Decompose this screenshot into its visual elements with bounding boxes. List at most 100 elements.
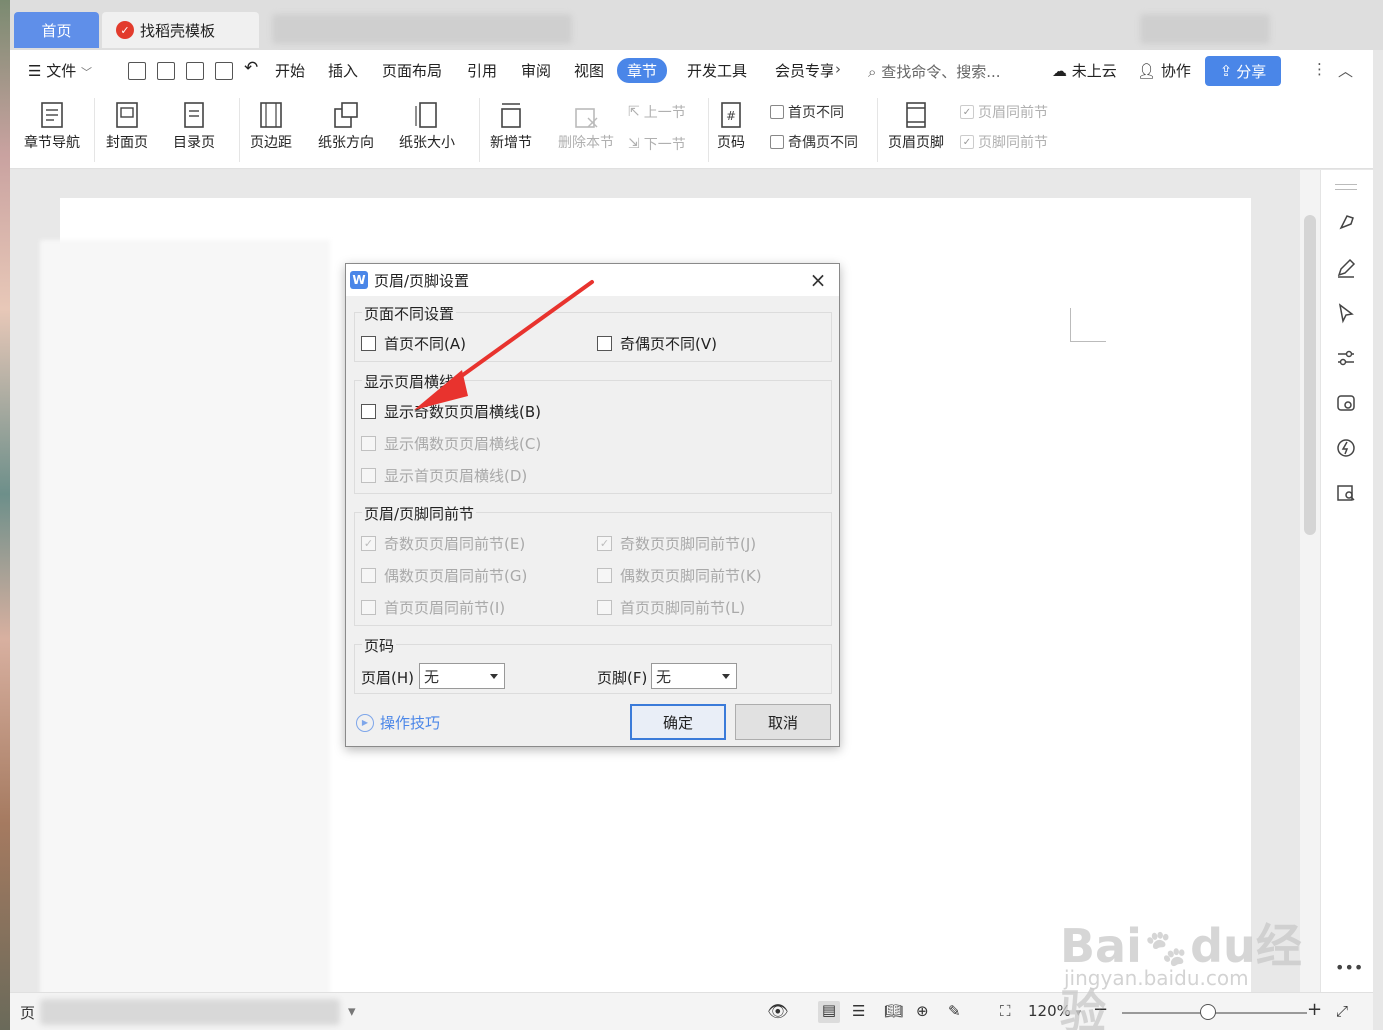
fit-page-icon[interactable]: ⛶: [1000, 1002, 1011, 1020]
outline-view-icon[interactable]: ☰: [852, 1002, 865, 1020]
odd-even-diff-option[interactable]: 奇偶页不同(V): [597, 333, 717, 354]
footer-same-prev-checkbox[interactable]: ✓ 页脚同前节: [960, 132, 1048, 152]
zoom-slider-knob[interactable]: [1200, 1004, 1216, 1020]
sliders-icon[interactable]: [1335, 347, 1357, 369]
book-search-icon[interactable]: [1335, 482, 1357, 504]
undo-icon[interactable]: ↶: [244, 58, 258, 78]
cloud-icon: ☁: [1052, 62, 1067, 80]
ok-button[interactable]: 确定: [630, 704, 726, 740]
scrollbar-thumb[interactable]: [1304, 215, 1316, 535]
first-page-diff-option[interactable]: 首页不同(A): [361, 333, 466, 354]
even-footer-same-prev-option: 偶数页页脚同前节(K): [597, 565, 762, 586]
file-menu[interactable]: ☰ 文件 ﹀: [28, 60, 92, 81]
menu-insert[interactable]: 插入: [328, 60, 358, 81]
blurred-content: [40, 240, 330, 1000]
new-section-button[interactable]: 新增节: [490, 98, 532, 152]
page-corner-mark: [1070, 308, 1106, 342]
vertical-scrollbar[interactable]: [1300, 170, 1320, 992]
menu-start[interactable]: 开始: [275, 60, 305, 81]
cloud-status[interactable]: ☁ 未上云: [1052, 60, 1117, 81]
menu-review[interactable]: 审阅: [521, 60, 551, 81]
print-icon[interactable]: [186, 62, 204, 80]
pen-icon[interactable]: [1335, 257, 1357, 279]
checkbox-icon[interactable]: [597, 336, 612, 351]
margin-icon: [256, 98, 286, 132]
drag-handle-icon[interactable]: [1335, 184, 1357, 190]
footer-page-number-value: 无: [656, 667, 672, 686]
page-number-button[interactable]: # 页码: [716, 98, 746, 152]
first-page-diff-checkbox[interactable]: 首页不同: [770, 102, 844, 122]
prev-section-button[interactable]: ⇱ 上一节: [628, 102, 686, 122]
zoom-out-button[interactable]: −: [1093, 999, 1108, 1020]
collab-button[interactable]: 👤︎ 协作: [1137, 60, 1191, 81]
checkbox-icon[interactable]: [361, 404, 376, 419]
tips-link[interactable]: ▶ 操作技巧: [356, 712, 440, 733]
menu-bar: ☰ 文件 ﹀ ↶ 开始 插入 页面布局 引用 审阅 视图 章节 开发工具 会员专…: [10, 50, 1373, 92]
wps-writer-icon: W: [350, 271, 368, 289]
dialog-titlebar[interactable]: W 页眉/页脚设置 ×: [346, 264, 839, 296]
collapse-ribbon-icon[interactable]: ︿: [1338, 60, 1353, 81]
background-strip: [0, 0, 10, 1030]
checkbox-icon[interactable]: [361, 336, 376, 351]
orientation-label: 纸张方向: [318, 135, 374, 151]
more-vertical-icon[interactable]: ⋮: [1312, 60, 1327, 78]
eye-protect-icon[interactable]: 👁︎: [767, 1002, 789, 1022]
command-search[interactable]: ⌕ 查找命令、搜索...: [868, 61, 1001, 82]
export-icon[interactable]: [157, 62, 175, 80]
tab-home[interactable]: 首页: [14, 12, 99, 48]
margin-button[interactable]: 页边距: [250, 98, 292, 152]
cursor-icon[interactable]: [1335, 302, 1357, 324]
chapter-nav-icon: [37, 98, 67, 132]
close-icon[interactable]: ×: [808, 268, 828, 292]
odd-header-line-option[interactable]: 显示奇数页页眉横线(B): [361, 401, 541, 422]
lightning-icon[interactable]: [1335, 437, 1357, 459]
write-mode-icon[interactable]: ✎: [948, 1002, 961, 1020]
page-indicator[interactable]: 页: [20, 1002, 35, 1023]
tab-template[interactable]: ✓ 找稻壳模板: [102, 12, 259, 48]
page-number-group: 页眉(H) 无 页脚(F) 无: [354, 644, 832, 694]
web-view-icon[interactable]: ⊕: [916, 1002, 929, 1020]
footer-page-number-select[interactable]: 无: [651, 663, 737, 689]
collab-label: 协作: [1160, 62, 1191, 80]
cancel-button[interactable]: 取消: [735, 704, 831, 740]
first-footer-same-prev-option: 首页页脚同前节(L): [597, 597, 745, 618]
share-button[interactable]: ⇪ 分享: [1205, 56, 1281, 86]
menu-view[interactable]: 视图: [574, 60, 604, 81]
zoom-level[interactable]: 120% ▾: [1028, 1002, 1081, 1020]
chevron-right-icon[interactable]: ›: [835, 60, 841, 78]
header-footer-button[interactable]: 页眉页脚: [888, 98, 944, 152]
chapter-nav-button[interactable]: 章节导航: [24, 98, 80, 152]
checkmark-icon: ✓: [361, 536, 376, 551]
print-preview-icon[interactable]: [215, 62, 233, 80]
toc-page-button[interactable]: 目录页: [173, 98, 215, 152]
prev-section-label: 上一节: [643, 105, 686, 121]
image-tool-icon[interactable]: [1335, 392, 1357, 414]
delete-section-button[interactable]: 删除本节: [558, 98, 614, 152]
paper-size-icon: [412, 98, 442, 132]
header-page-number-select[interactable]: 无: [419, 663, 505, 689]
save-icon[interactable]: [128, 62, 146, 80]
docer-logo-icon: ✓: [116, 21, 134, 39]
ribbon-separator: [877, 98, 878, 162]
paper-size-button[interactable]: 纸张大小: [399, 98, 455, 152]
ribbon-separator: [239, 98, 240, 162]
menu-member[interactable]: 会员专享: [775, 60, 833, 81]
menu-chapter[interactable]: 章节: [617, 58, 668, 83]
even-footer-same-prev-label: 偶数页页脚同前节(K): [620, 567, 762, 585]
header-same-prev-checkbox[interactable]: ✓ 页眉同前节: [960, 102, 1048, 122]
status-dropdown-icon[interactable]: ▾: [348, 1002, 356, 1020]
menu-page-layout[interactable]: 页面布局: [382, 60, 442, 81]
more-horizontal-icon[interactable]: •••: [1335, 958, 1363, 980]
page-view-icon[interactable]: ▤: [818, 1001, 840, 1023]
cover-page-button[interactable]: 封面页: [106, 98, 148, 152]
orientation-button[interactable]: 纸张方向: [318, 98, 374, 152]
reading-view-icon[interactable]: 📖︎: [884, 1002, 903, 1020]
fullscreen-icon[interactable]: ⤢: [1336, 1002, 1348, 1020]
menu-reference[interactable]: 引用: [467, 60, 497, 81]
search-icon: ⌕: [868, 63, 877, 81]
rocket-icon[interactable]: [1335, 212, 1357, 234]
odd-even-diff-checkbox[interactable]: 奇偶页不同: [770, 132, 858, 152]
zoom-in-button[interactable]: +: [1307, 999, 1322, 1020]
menu-dev-tools[interactable]: 开发工具: [687, 60, 747, 81]
next-section-button[interactable]: ⇲ 下一节: [628, 134, 686, 154]
